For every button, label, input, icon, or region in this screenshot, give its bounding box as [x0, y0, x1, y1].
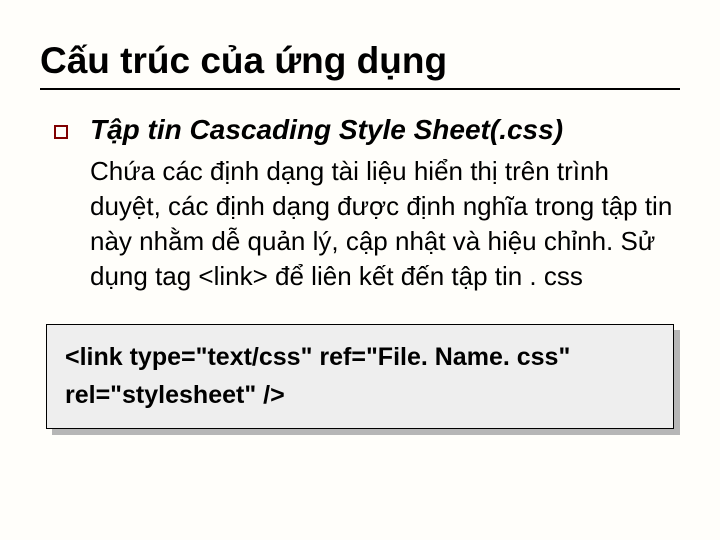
- slide-title: Cấu trúc của ứng dụng: [40, 40, 680, 82]
- code-example: <link type="text/css" ref="File. Name. c…: [46, 324, 674, 429]
- subheading: Tập tin Cascading Style Sheet(.css): [90, 114, 563, 146]
- code-box-container: <link type="text/css" ref="File. Name. c…: [46, 324, 674, 429]
- body-paragraph: Chứa các định dạng tài liệu hiển thị trê…: [90, 154, 680, 294]
- bullet-row: Tập tin Cascading Style Sheet(.css): [40, 114, 680, 146]
- title-divider: [40, 88, 680, 90]
- square-bullet-icon: [54, 125, 68, 139]
